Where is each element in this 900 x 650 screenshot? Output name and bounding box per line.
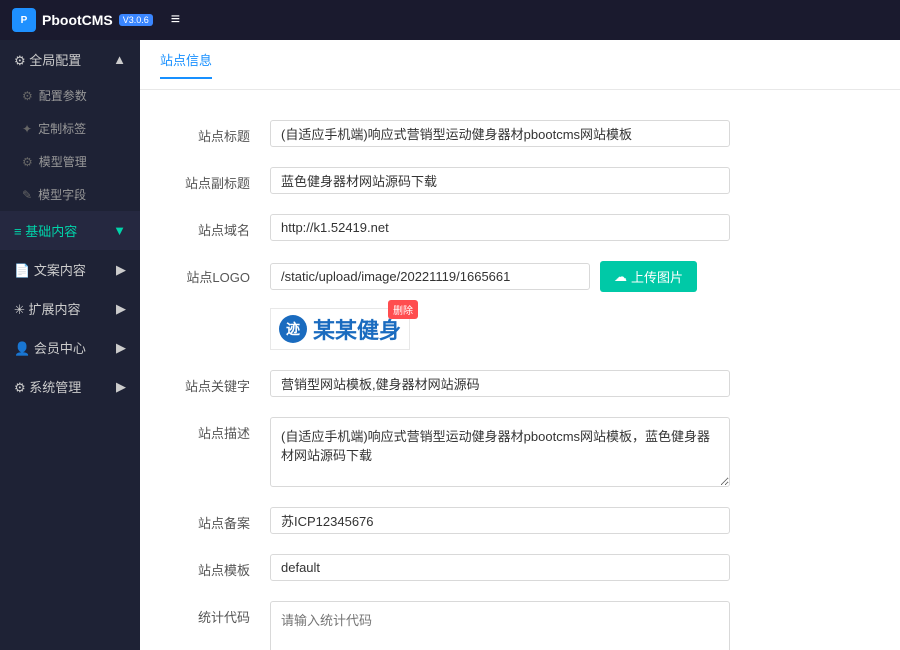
site-template-row: 站点模板 [140, 544, 900, 591]
site-keywords-label: 站点关键字 [160, 370, 250, 395]
sidebar-item-custom-labels[interactable]: ✦ 定制标签 [0, 112, 140, 145]
sidebar: ⚙ 全局配置 ▲ ⚙ 配置参数 ✦ 定制标签 ⚙ 模型管理 ✎ 模型字段 ≡ 基… [0, 40, 140, 650]
upload-icon: ☁ [614, 269, 627, 285]
sidebar-item-ext-content[interactable]: ✳ 扩展内容 ▶ [0, 289, 140, 328]
model-manage-label: 模型管理 [39, 153, 87, 170]
chevron-up-icon: ▲ [113, 52, 126, 67]
site-info-form: 站点标题 站点副标题 站点域名 站点LOGO [140, 90, 900, 650]
site-domain-row: 站点域名 [140, 204, 900, 251]
member-center-label: 👤 会员中心 [14, 338, 86, 357]
topbar-logo: P PbootCMS V3.0.6 [12, 8, 153, 32]
site-desc-textarea[interactable] [270, 417, 730, 487]
site-title-value [270, 120, 880, 147]
version-badge: V3.0.6 [119, 14, 153, 26]
main-content: 站点信息 站点标题 站点副标题 站点域名 [140, 40, 900, 650]
site-subtitle-input[interactable] [270, 167, 730, 194]
model-fields-label: 模型字段 [38, 186, 86, 203]
site-icp-value [270, 507, 880, 534]
chevron-icon2: ▶ [116, 301, 126, 317]
page-title: 站点信息 [160, 50, 212, 79]
upload-btn-label: 上传图片 [631, 267, 683, 286]
site-subtitle-value [270, 167, 880, 194]
settings-icon: ⚙ [22, 89, 33, 103]
ext-content-label: ✳ 扩展内容 [14, 299, 81, 318]
site-desc-value [270, 417, 880, 487]
sidebar-item-system-manage[interactable]: ⚙ 系统管理 ▶ [0, 367, 140, 406]
ext-icon: ✳ [14, 302, 29, 317]
site-icp-row: 站点备案 [140, 497, 900, 544]
site-title-row: 站点标题 [140, 110, 900, 157]
page-header: 站点信息 [140, 40, 900, 90]
doc-icon: 📄 [14, 263, 34, 278]
article-content-label: 📄 文案内容 [14, 260, 86, 279]
site-subtitle-row: 站点副标题 [140, 157, 900, 204]
system-icon: ⚙ [14, 380, 29, 395]
stats-code-label: 统计代码 [160, 601, 250, 626]
stats-code-row: 统计代码 https://www.huzhan.com/ishop34101 [140, 591, 900, 650]
site-logo-label: 站点LOGO [160, 261, 250, 286]
site-domain-label: 站点域名 [160, 214, 250, 239]
sidebar-item-model-manage[interactable]: ⚙ 模型管理 [0, 145, 140, 178]
topbar: P PbootCMS V3.0.6 ≡ [0, 0, 900, 40]
logo-icon: P [12, 8, 36, 32]
site-icp-input[interactable] [270, 507, 730, 534]
site-keywords-row: 站点关键字 [140, 360, 900, 407]
delete-logo-button[interactable]: 删除 [388, 300, 418, 319]
list-icon: ≡ [14, 224, 25, 239]
site-template-input[interactable] [270, 554, 730, 581]
global-config-label: ⚙ 全局配置 [14, 50, 81, 69]
config-params-label: 配置参数 [39, 87, 87, 104]
chevron-icon3: ▶ [116, 340, 126, 356]
site-title-label: 站点标题 [160, 120, 250, 145]
stats-code-value: https://www.huzhan.com/ishop34101 [270, 601, 880, 650]
sidebar-item-model-fields[interactable]: ✎ 模型字段 [0, 178, 140, 211]
logo-circle-icon: 迹 [279, 315, 307, 343]
site-icp-label: 站点备案 [160, 507, 250, 532]
sidebar-item-global-config[interactable]: ⚙ 全局配置 ▲ [0, 40, 140, 79]
site-keywords-value [270, 370, 880, 397]
gear-icon: ⚙ [14, 53, 29, 68]
basic-content-label: ≡ 基础内容 [14, 221, 77, 240]
site-keywords-input[interactable] [270, 370, 730, 397]
topbar-title: PbootCMS [42, 12, 113, 28]
site-template-value [270, 554, 880, 581]
logo-display: 迹 某某健身 [279, 313, 401, 345]
logo-preview-container: 迹 某某健身 删除 [270, 308, 410, 350]
custom-labels-label: 定制标签 [38, 120, 86, 137]
system-manage-label: ⚙ 系统管理 [14, 377, 81, 396]
menu-toggle-icon[interactable]: ≡ [171, 11, 180, 29]
site-logo-value: ☁ 上传图片 迹 某某健身 删除 [270, 261, 880, 350]
label-icon: ✦ [22, 122, 32, 136]
site-domain-value [270, 214, 880, 241]
chevron-icon: ▶ [116, 262, 126, 278]
site-domain-input[interactable] [270, 214, 730, 241]
chevron-icon4: ▶ [116, 379, 126, 395]
sidebar-item-article-content[interactable]: 📄 文案内容 ▶ [0, 250, 140, 289]
sidebar-item-config-params[interactable]: ⚙ 配置参数 [0, 79, 140, 112]
field-icon: ✎ [22, 188, 32, 202]
site-logo-row: 站点LOGO ☁ 上传图片 迹 某某健身 [140, 251, 900, 360]
site-desc-label: 站点描述 [160, 417, 250, 442]
chevron-down-icon: ▼ [113, 223, 126, 238]
sidebar-item-basic-content[interactable]: ≡ 基础内容 ▼ [0, 211, 140, 250]
site-subtitle-label: 站点副标题 [160, 167, 250, 192]
site-template-label: 站点模板 [160, 554, 250, 579]
site-title-input[interactable] [270, 120, 730, 147]
stats-area-wrapper: https://www.huzhan.com/ishop34101 [270, 601, 730, 650]
site-desc-row: 站点描述 [140, 407, 900, 497]
model-icon: ⚙ [22, 155, 33, 169]
sidebar-item-member-center[interactable]: 👤 会员中心 ▶ [0, 328, 140, 367]
stats-code-textarea[interactable] [270, 601, 730, 650]
site-logo-path-input[interactable] [270, 263, 590, 290]
main-layout: ⚙ 全局配置 ▲ ⚙ 配置参数 ✦ 定制标签 ⚙ 模型管理 ✎ 模型字段 ≡ 基… [0, 40, 900, 650]
upload-logo-button[interactable]: ☁ 上传图片 [600, 261, 697, 292]
user-icon: 👤 [14, 341, 34, 356]
